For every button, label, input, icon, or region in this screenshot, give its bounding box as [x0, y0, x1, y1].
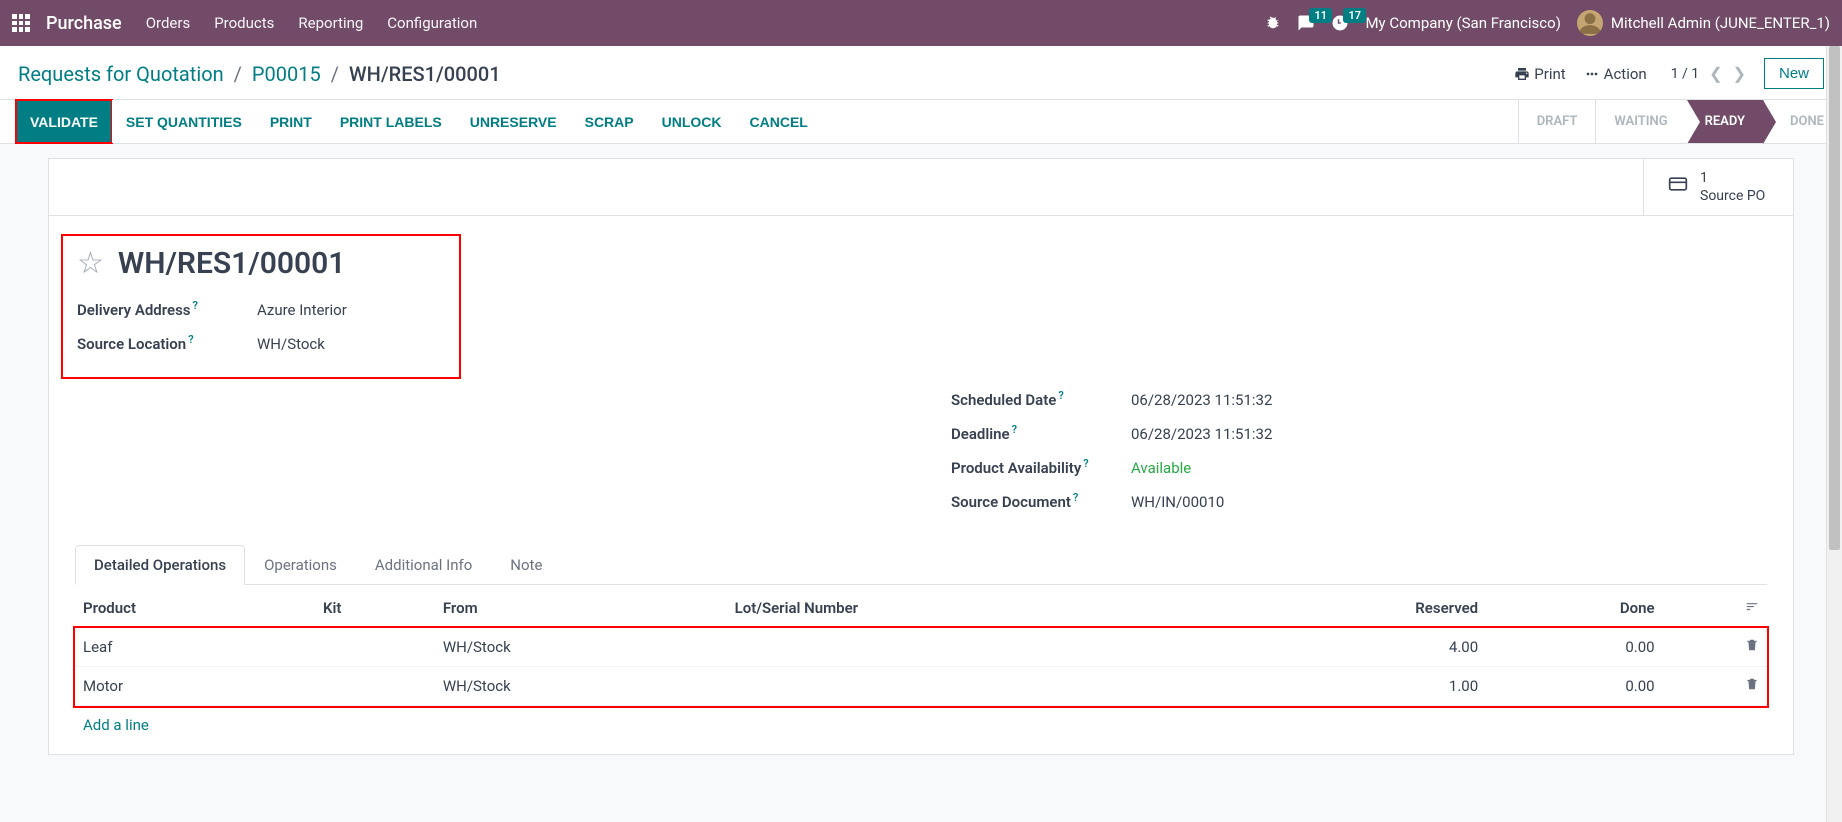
help-icon[interactable]: ?	[1083, 457, 1088, 470]
scrap-button[interactable]: Scrap	[571, 100, 648, 143]
pager-count[interactable]: 1 / 1	[1671, 66, 1699, 82]
col-lot[interactable]: Lot/Serial Number	[727, 589, 1212, 628]
pager-next[interactable]: ❯	[1733, 64, 1746, 83]
new-button[interactable]: New	[1764, 58, 1824, 89]
breadcrumb-current: WH/RES1/00001	[349, 62, 501, 86]
cell-lot[interactable]	[727, 628, 1212, 667]
cell-kit[interactable]	[315, 667, 435, 706]
delivery-address-value[interactable]: Azure Interior	[257, 301, 347, 319]
breadcrumb-mid[interactable]: P00015	[252, 62, 321, 86]
apps-icon[interactable]	[12, 14, 30, 32]
menu-products[interactable]: Products	[214, 14, 274, 32]
tab-note[interactable]: Note	[491, 545, 561, 585]
cell-done[interactable]: 0.00	[1486, 667, 1662, 706]
print-labels-button[interactable]: Print Labels	[326, 100, 456, 143]
actionbar: Validate Set Quantities Print Print Labe…	[0, 100, 1842, 144]
tabs: Detailed Operations Operations Additiona…	[75, 545, 1767, 585]
user-menu[interactable]: Mitchell Admin (JUNE_ENTER_1)	[1577, 10, 1830, 36]
activities-badge: 17	[1343, 8, 1366, 23]
deadline-label: Deadline	[951, 425, 1010, 443]
availability-label: Product Availability	[951, 459, 1081, 477]
source-doc-label: Source Document	[951, 493, 1071, 511]
form-card: 1 Source PO ☆ WH/RES1/00001 Delivery Add…	[48, 158, 1794, 755]
stage-draft[interactable]: Draft	[1518, 100, 1596, 143]
col-from[interactable]: From	[435, 589, 727, 628]
unlock-button[interactable]: Unlock	[648, 100, 736, 143]
content: 1 Source PO ☆ WH/RES1/00001 Delivery Add…	[0, 144, 1842, 779]
messages-badge: 11	[1309, 8, 1332, 23]
help-icon[interactable]: ?	[1012, 423, 1017, 436]
source-po-button[interactable]: 1 Source PO	[1643, 159, 1793, 215]
set-quantities-button[interactable]: Set Quantities	[112, 100, 256, 143]
tab-additional-info[interactable]: Additional Info	[356, 545, 491, 585]
action-menu[interactable]: Action	[1584, 65, 1647, 83]
help-icon[interactable]: ?	[1058, 389, 1063, 402]
help-icon[interactable]: ?	[1073, 491, 1078, 504]
scrollbar[interactable]	[1826, 46, 1842, 822]
smart-buttons: 1 Source PO	[49, 159, 1793, 216]
company-selector[interactable]: My Company (San Francisco)	[1365, 14, 1560, 32]
pager-prev[interactable]: ❮	[1709, 64, 1722, 83]
app-name[interactable]: Purchase	[46, 13, 122, 34]
unreserve-button[interactable]: Unreserve	[456, 100, 571, 143]
cell-reserved[interactable]: 1.00	[1212, 667, 1486, 706]
cell-from[interactable]: WH/Stock	[435, 667, 727, 706]
pager: 1 / 1 ❮ ❯	[1671, 64, 1746, 83]
col-done[interactable]: Done	[1486, 589, 1662, 628]
navbar: Purchase Orders Products Reporting Confi…	[0, 0, 1842, 46]
menu-reporting[interactable]: Reporting	[298, 14, 363, 32]
source-po-count: 1	[1700, 169, 1765, 187]
record-title: WH/RES1/00001	[118, 246, 346, 281]
add-line-button[interactable]: Add a line	[75, 706, 1767, 745]
validate-button[interactable]: Validate	[16, 100, 112, 143]
user-name: Mitchell Admin (JUNE_ENTER_1)	[1611, 14, 1830, 32]
cell-product[interactable]: Motor	[75, 667, 315, 706]
scrollbar-thumb[interactable]	[1829, 46, 1840, 550]
cell-kit[interactable]	[315, 628, 435, 667]
scheduled-date-value[interactable]: 06/28/2023 11:51:32	[1131, 391, 1272, 409]
help-icon[interactable]: ?	[193, 299, 198, 312]
credit-card-icon	[1666, 174, 1690, 200]
deadline-value: 06/28/2023 11:51:32	[1131, 425, 1272, 443]
source-doc-value[interactable]: WH/IN/00010	[1131, 493, 1224, 511]
menu-configuration[interactable]: Configuration	[387, 14, 477, 32]
source-location-value[interactable]: WH/Stock	[257, 335, 325, 353]
scheduled-date-label: Scheduled Date	[951, 391, 1056, 409]
table-row[interactable]: Motor WH/Stock 1.00 0.00	[75, 667, 1767, 706]
availability-value: Available	[1131, 459, 1191, 477]
col-reserved[interactable]: Reserved	[1212, 589, 1486, 628]
debug-icon[interactable]	[1265, 15, 1281, 31]
messages-icon[interactable]: 11	[1297, 14, 1315, 32]
col-product[interactable]: Product	[75, 589, 315, 628]
statusbar: Draft Waiting Ready Done	[1518, 100, 1842, 143]
source-po-label: Source PO	[1700, 187, 1765, 205]
menu-orders[interactable]: Orders	[146, 14, 191, 32]
avatar	[1577, 10, 1603, 36]
cell-lot[interactable]	[727, 667, 1212, 706]
cell-from[interactable]: WH/Stock	[435, 628, 727, 667]
operations-table: Product Kit From Lot/Serial Number Reser…	[75, 589, 1767, 744]
table-row[interactable]: Leaf WH/Stock 4.00 0.00	[75, 628, 1767, 667]
breadcrumb: Requests for Quotation / P00015 / WH/RES…	[18, 62, 501, 86]
cell-done[interactable]: 0.00	[1486, 628, 1662, 667]
cell-product[interactable]: Leaf	[75, 628, 315, 667]
help-icon[interactable]: ?	[188, 333, 193, 346]
source-location-label: Source Location	[77, 335, 186, 353]
print-button[interactable]: Print	[256, 100, 326, 143]
col-kit[interactable]: Kit	[315, 589, 435, 628]
star-icon[interactable]: ☆	[77, 246, 104, 281]
tab-detailed-operations[interactable]: Detailed Operations	[75, 545, 245, 585]
delete-row-icon[interactable]	[1745, 638, 1759, 656]
columns-settings-icon[interactable]	[1663, 589, 1767, 628]
stage-waiting[interactable]: Waiting	[1595, 100, 1685, 143]
print-menu[interactable]: Print	[1514, 65, 1565, 83]
breadcrumb-root[interactable]: Requests for Quotation	[18, 62, 224, 86]
cancel-button[interactable]: Cancel	[736, 100, 822, 143]
activities-icon[interactable]: 17	[1331, 14, 1349, 32]
delivery-address-label: Delivery Address	[77, 301, 191, 319]
toolbar: Requests for Quotation / P00015 / WH/RES…	[0, 46, 1842, 100]
tab-operations[interactable]: Operations	[245, 545, 356, 585]
cell-reserved[interactable]: 4.00	[1212, 628, 1486, 667]
delete-row-icon[interactable]	[1745, 677, 1759, 695]
